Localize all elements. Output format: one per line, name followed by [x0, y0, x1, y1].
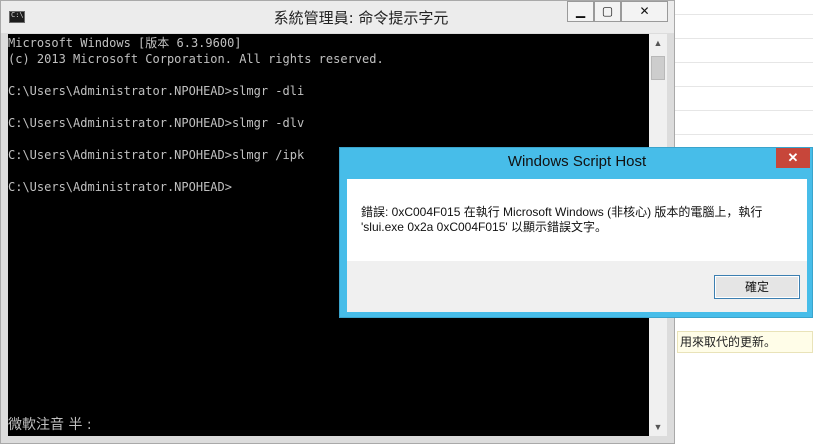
divider: [675, 38, 813, 39]
close-button[interactable]: ✕: [621, 1, 668, 22]
scroll-thumb[interactable]: [651, 56, 665, 80]
error-message: 錯誤: 0xC004F015 在執行 Microsoft Windows (非核…: [361, 205, 791, 235]
console-line: Microsoft Windows [版本 6.3.9600]: [8, 36, 242, 50]
dialog-title: Windows Script Host: [507, 153, 647, 170]
script-host-dialog: Windows Script Host ✕ 錯誤: 0xC004F015 在執行…: [339, 147, 813, 318]
scroll-down-icon[interactable]: ▼: [649, 418, 667, 436]
close-icon[interactable]: ✕: [776, 148, 810, 168]
scroll-up-icon[interactable]: ▲: [649, 34, 667, 52]
error-message-line: 錯誤: 0xC004F015 在執行 Microsoft Windows (非核…: [361, 205, 763, 219]
minimize-button[interactable]: ▁: [567, 1, 594, 22]
title-bar[interactable]: 系統管理員: 命令提示字元 ▁ ▢ ✕: [1, 1, 674, 33]
error-message-line: 'slui.exe 0x2a 0xC004F015' 以顯示錯誤文字。: [361, 220, 608, 234]
console-line: C:\Users\Administrator.NPOHEAD>slmgr /ip…: [8, 148, 305, 162]
console-line: C:\Users\Administrator.NPOHEAD>slmgr -dl…: [8, 84, 305, 98]
cmd-app-icon[interactable]: [9, 11, 25, 23]
divider: [675, 134, 813, 135]
ime-status: 微軟注音 半 :: [8, 417, 92, 433]
divider: [675, 14, 813, 15]
console-line: (c) 2013 Microsoft Corporation. All righ…: [8, 52, 384, 66]
console-line: C:\Users\Administrator.NPOHEAD>: [8, 180, 232, 194]
window-title: 系統管理員: 命令提示字元: [273, 9, 449, 27]
ok-button[interactable]: 確定: [714, 275, 800, 299]
divider: [675, 110, 813, 111]
console-line: C:\Users\Administrator.NPOHEAD>slmgr -dl…: [8, 116, 305, 130]
maximize-button[interactable]: ▢: [594, 1, 621, 22]
divider: [675, 86, 813, 87]
divider: [675, 62, 813, 63]
dialog-message-area: 錯誤: 0xC004F015 在執行 Microsoft Windows (非核…: [347, 179, 807, 261]
dialog-body: 錯誤: 0xC004F015 在執行 Microsoft Windows (非核…: [347, 179, 807, 312]
update-hint-text: 用來取代的更新。: [677, 331, 813, 353]
